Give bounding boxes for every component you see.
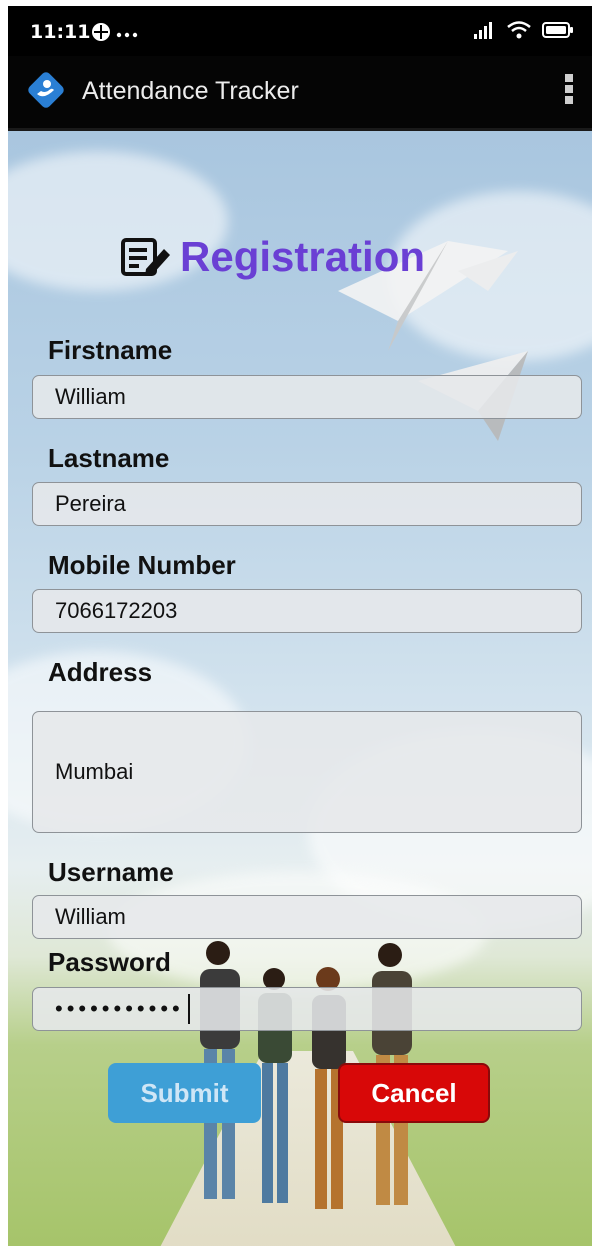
more-vert-icon[interactable] — [562, 74, 576, 110]
mobile-number-label: Mobile Number — [48, 550, 236, 580]
app-title: Attendance Tracker — [82, 77, 299, 105]
address-value: Mumbai — [55, 759, 134, 784]
status-bar: 11:11 — [8, 6, 592, 56]
firstname-value: William — [55, 384, 126, 409]
more-notifications-icon — [116, 32, 138, 38]
username-field[interactable]: William — [32, 895, 582, 939]
app-bar: Attendance Tracker — [8, 56, 592, 131]
firstname-field[interactable]: William — [32, 375, 582, 419]
password-value: ••••••••••• — [55, 996, 184, 1021]
hand-logo-icon — [28, 72, 64, 108]
firstname-label: Firstname — [48, 335, 173, 365]
phone-screen: 11:11 Attendance Tracker Registration Fi… — [8, 6, 592, 1246]
username-label: Username — [48, 857, 174, 887]
notification-icon — [92, 23, 110, 41]
lastname-value: Pereira — [55, 491, 126, 516]
signal-icon — [474, 22, 492, 39]
lastname-label: Lastname — [48, 443, 170, 473]
page-title: Registration — [180, 233, 426, 280]
lastname-field[interactable]: Pereira — [32, 482, 582, 526]
password-label: Password — [48, 947, 171, 977]
mobile-number-value: 7066172203 — [55, 598, 178, 623]
cancel-button[interactable]: Cancel — [338, 1063, 490, 1123]
battery-icon — [542, 22, 573, 38]
edit-note-icon — [121, 238, 170, 276]
status-time: 11:11 — [30, 21, 91, 43]
address-label: Address — [48, 657, 153, 687]
password-field[interactable]: ••••••••••• — [32, 987, 582, 1031]
username-value: William — [55, 904, 126, 929]
wifi-icon — [507, 21, 531, 39]
address-field[interactable]: Mumbai — [32, 711, 582, 833]
text-cursor — [187, 994, 190, 1024]
mobile-number-field[interactable]: 7066172203 — [32, 589, 582, 633]
submit-button[interactable]: Submit — [108, 1063, 261, 1123]
registration-heading: Registration — [120, 233, 425, 281]
registration-screen: Registration Firstname William Lastname … — [8, 131, 592, 1246]
